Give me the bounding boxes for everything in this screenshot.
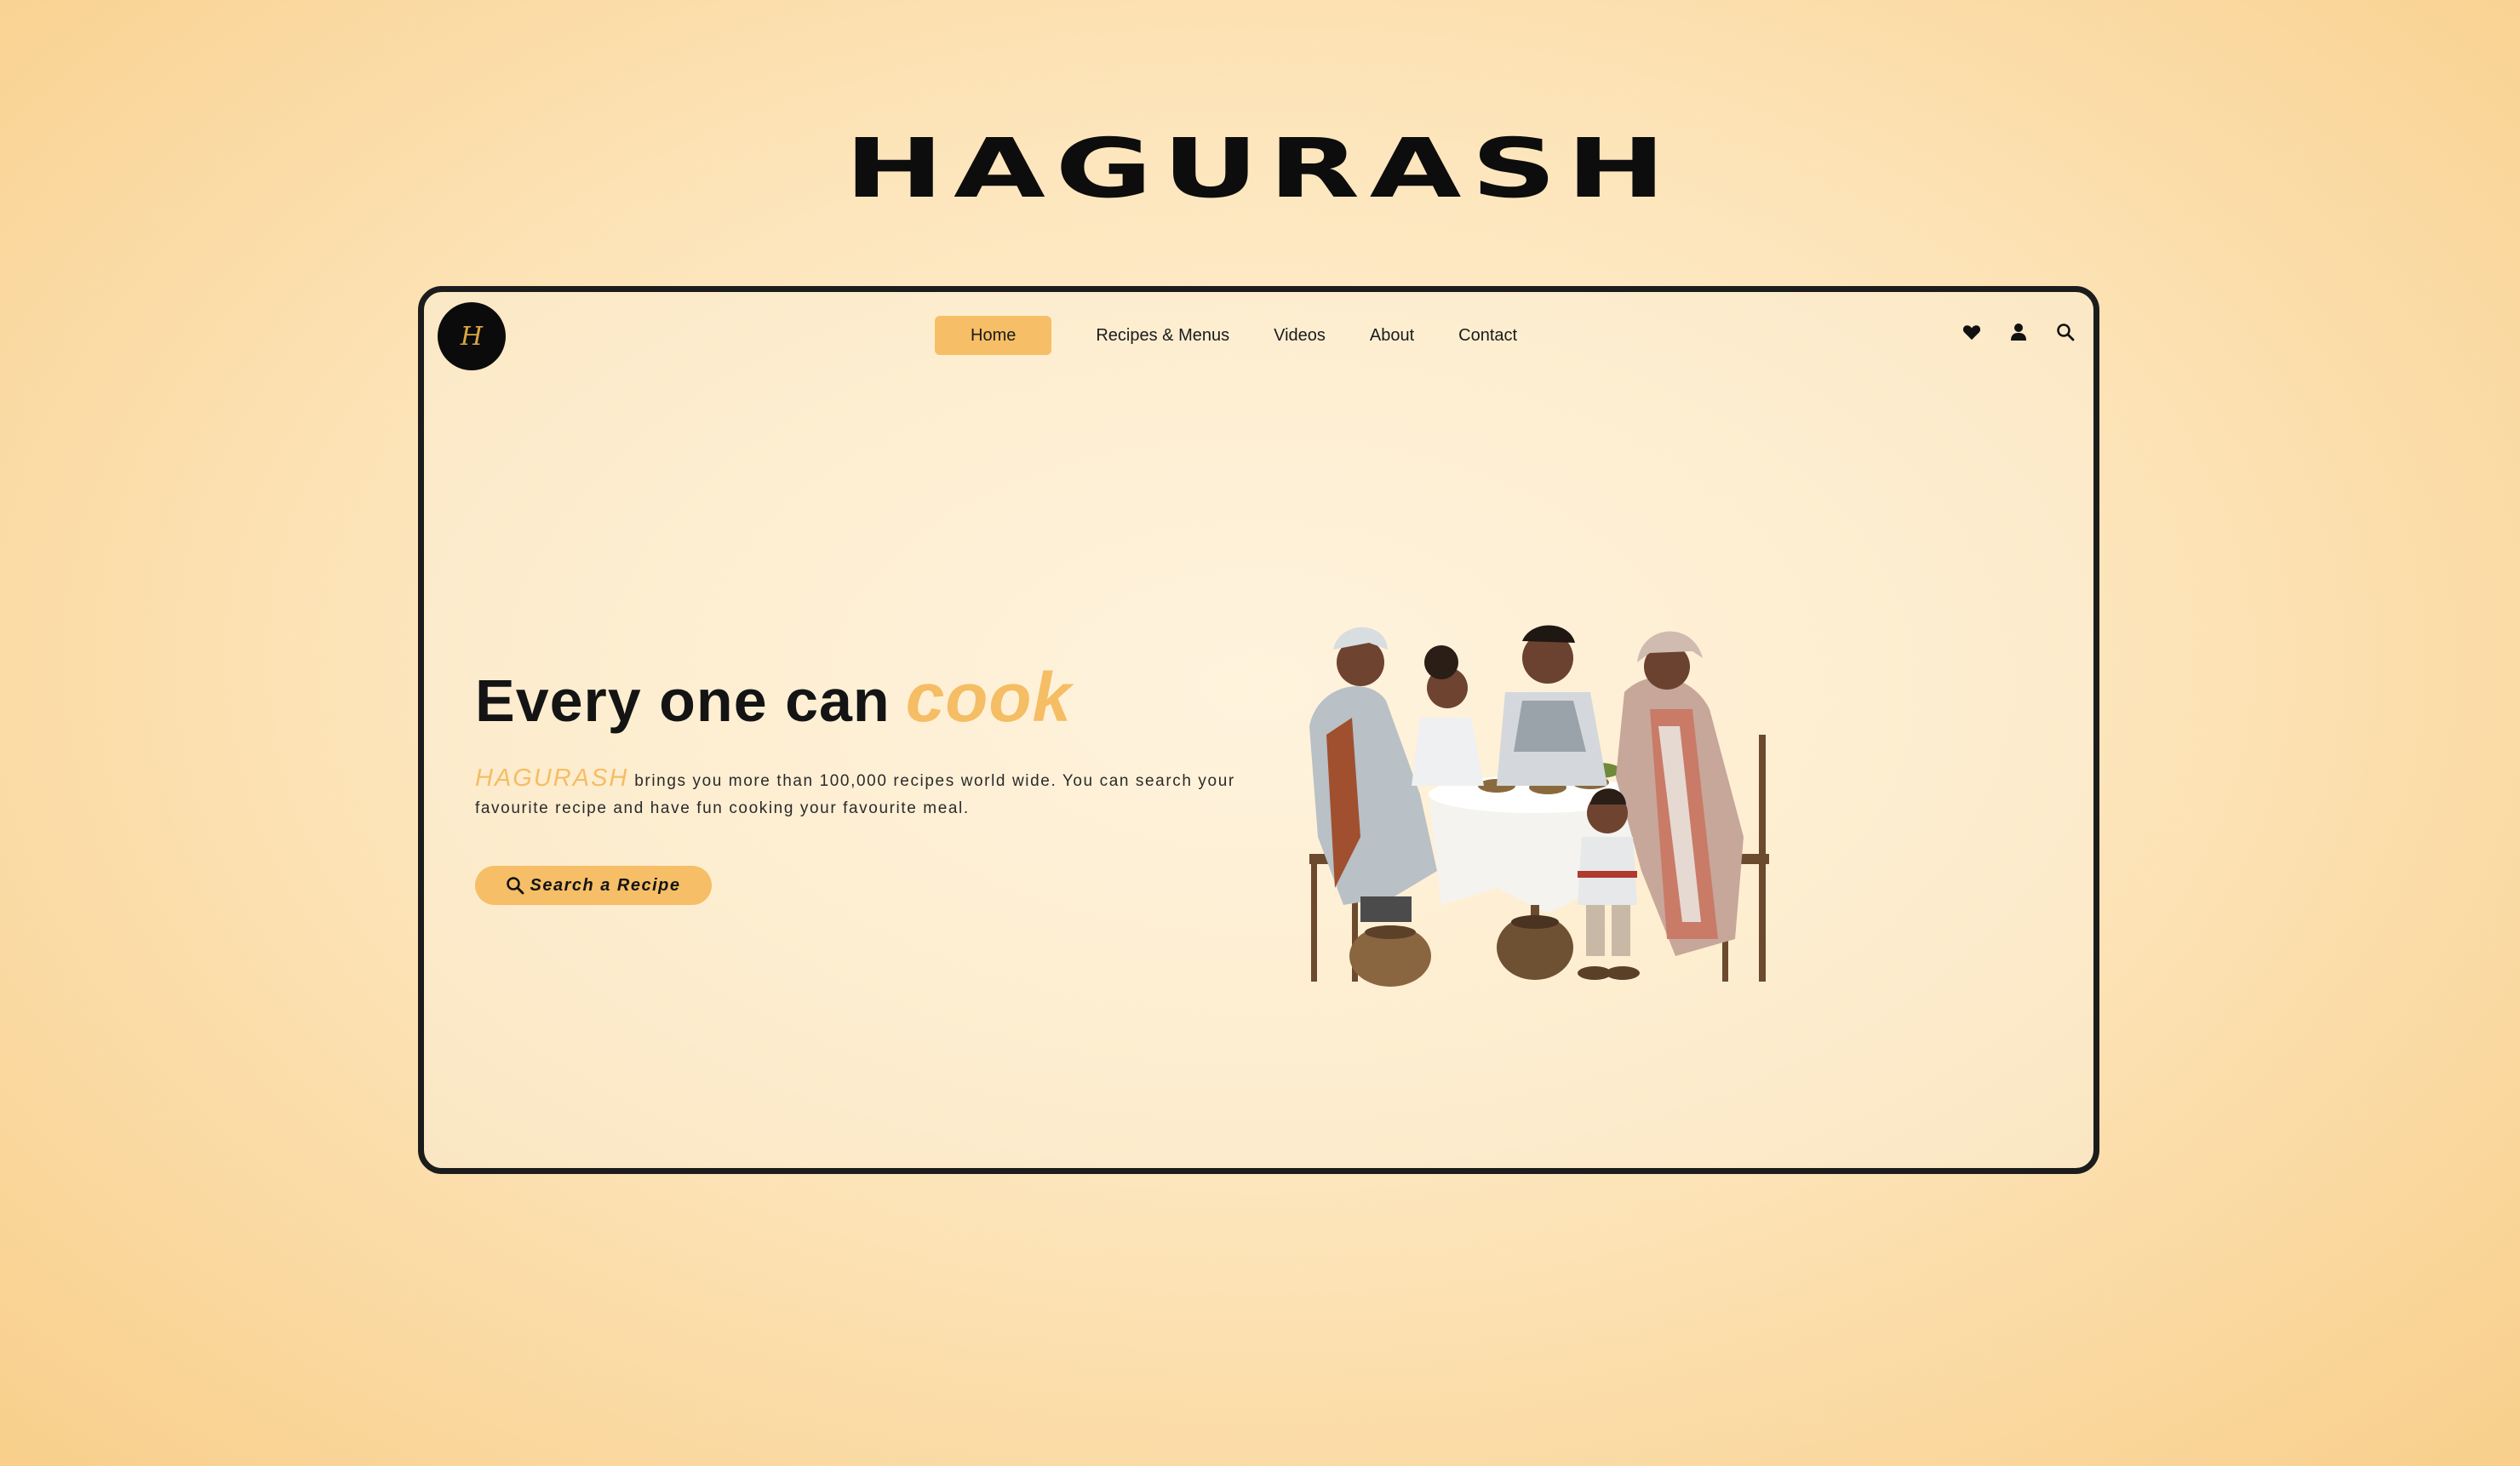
hero-headline-accent: cook [905, 659, 1073, 736]
heart-icon[interactable] [1962, 324, 1981, 341]
nav-item-home[interactable]: Home [935, 316, 1052, 355]
site-logo[interactable]: H [438, 302, 506, 370]
header-icons [1933, 323, 2075, 341]
search-icon[interactable] [2056, 323, 2075, 341]
nav-item-videos[interactable]: Videos [1274, 316, 1326, 355]
search-icon [507, 877, 524, 895]
search-recipe-label: Search a Recipe [530, 875, 681, 895]
logo-monogram-icon: H [460, 322, 484, 352]
nav-item-contact[interactable]: Contact [1458, 316, 1517, 355]
svg-text:H: H [460, 322, 484, 352]
hero-brand-name: HAGURASH [475, 764, 629, 792]
search-recipe-button[interactable]: Search a Recipe [475, 866, 712, 905]
brand-title: HAGURASH [845, 121, 1675, 216]
hero-headline: Every one can cook [475, 658, 1072, 738]
hero-description: HAGURASH brings you more than 100,000 re… [475, 764, 1258, 822]
nav-item-about[interactable]: About [1370, 316, 1414, 355]
nav-item-recipes-menus[interactable]: Recipes & Menus [1096, 316, 1229, 355]
website-mockup-frame: H Home Recipes & Menus Videos About Cont… [418, 286, 2099, 1174]
hero-headline-text: Every one can [475, 667, 891, 734]
family-dining-illustration [1309, 625, 1769, 987]
user-icon[interactable] [2010, 323, 2027, 341]
main-navigation: Home Recipes & Menus Videos About Contac… [935, 316, 1561, 355]
